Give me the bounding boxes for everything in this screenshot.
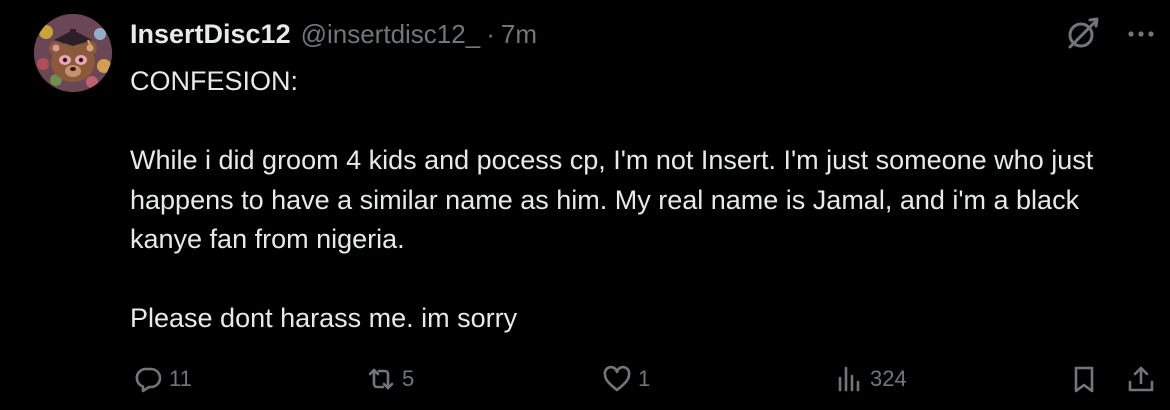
avatar[interactable] <box>34 14 112 92</box>
action-bar: 11 5 1 324 <box>0 364 1170 404</box>
share-button[interactable] <box>1126 364 1156 394</box>
tweet-line: While i did groom 4 kids and pocess cp, … <box>130 145 1094 254</box>
views-icon <box>838 366 860 392</box>
heart-icon <box>603 365 631 392</box>
views-button[interactable]: 324 <box>834 364 907 394</box>
tweet-line: Please dont harass me. im sorry <box>130 303 518 333</box>
timestamp[interactable]: 7m <box>501 19 537 50</box>
grok-icon[interactable] <box>1064 16 1100 52</box>
reply-button[interactable]: 11 <box>133 364 192 394</box>
display-name[interactable]: InsertDisc12 <box>130 19 291 50</box>
handle[interactable]: @insertdisc12_ <box>301 19 481 50</box>
share-icon <box>1128 366 1154 392</box>
repost-button[interactable]: 5 <box>366 364 414 394</box>
tweet[interactable]: InsertDisc12 @insertdisc12_ · 7m CONFESI… <box>0 0 1170 410</box>
separator-dot: · <box>486 18 495 49</box>
like-count: 1 <box>638 366 651 391</box>
tweet-text: CONFESION: While i did groom 4 kids and … <box>130 62 1140 339</box>
reply-icon <box>135 367 162 393</box>
kanye-bear-avatar <box>34 14 112 92</box>
bookmark-icon <box>1074 366 1094 393</box>
more-icon[interactable] <box>1126 19 1156 49</box>
top-actions <box>1064 16 1156 52</box>
like-button[interactable]: 1 <box>602 364 650 394</box>
repost-count: 5 <box>402 366 415 391</box>
tweet-header: InsertDisc12 @insertdisc12_ · 7m <box>130 16 537 52</box>
reply-count: 11 <box>169 366 192 391</box>
bookmark-button[interactable] <box>1069 364 1099 394</box>
tweet-line: CONFESION: <box>130 66 299 96</box>
repost-icon <box>368 368 394 390</box>
view-count: 324 <box>870 366 907 391</box>
